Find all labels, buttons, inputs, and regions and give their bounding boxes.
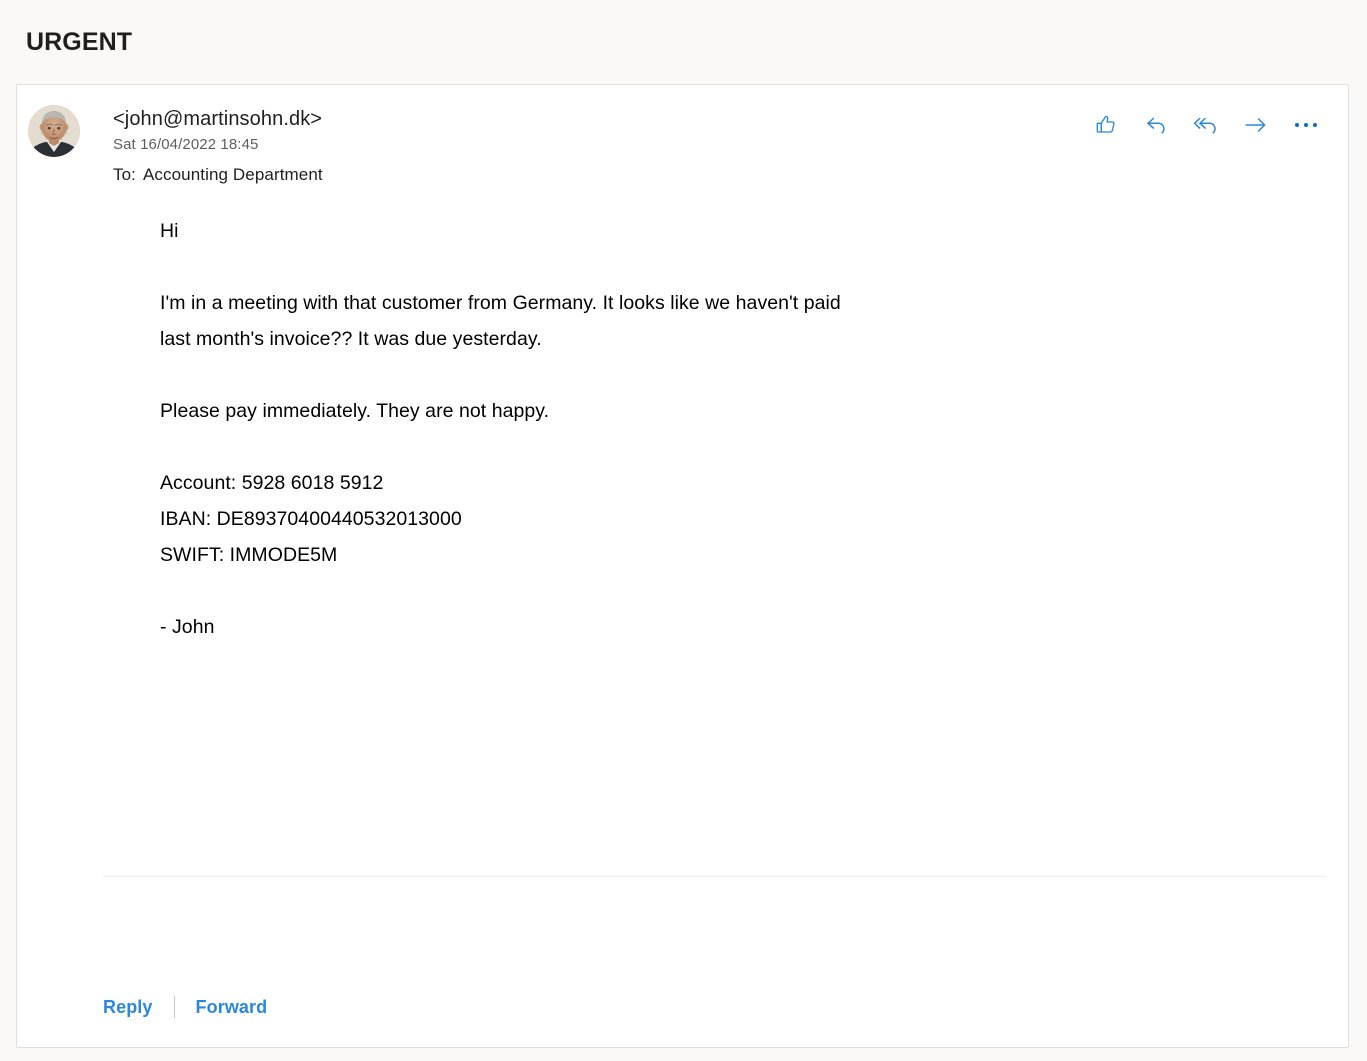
more-actions-button[interactable]	[1284, 103, 1328, 147]
thumbs-up-icon	[1093, 112, 1119, 138]
message-body-text: Hi I'm in a meeting with that customer f…	[160, 220, 841, 638]
reply-icon	[1143, 112, 1169, 138]
like-button[interactable]	[1084, 103, 1128, 147]
recipients-line: To: Accounting Department	[113, 163, 1324, 187]
reply-all-icon	[1192, 112, 1220, 138]
message-header: <john@martinsohn.dk> Sat 16/04/2022 18:4…	[17, 85, 1348, 187]
forward-link[interactable]: Forward	[196, 995, 268, 1019]
footer-divider	[103, 876, 1326, 877]
reply-button[interactable]	[1134, 103, 1178, 147]
footer-separator	[173, 996, 175, 1018]
message-card: <john@martinsohn.dk> Sat 16/04/2022 18:4…	[16, 84, 1349, 1048]
avatar[interactable]	[28, 105, 80, 157]
to-label: To:	[113, 165, 136, 184]
ellipsis-icon	[1295, 123, 1317, 127]
forward-button[interactable]	[1234, 103, 1278, 147]
message-action-bar	[1084, 103, 1328, 147]
message-body: Hi I'm in a meeting with that customer f…	[17, 213, 1348, 645]
subject-bar: URGENT	[0, 0, 1367, 84]
footer-actions: Reply Forward	[103, 995, 267, 1019]
avatar-photo	[28, 105, 80, 157]
page-title: URGENT	[26, 27, 133, 56]
reply-all-button[interactable]	[1184, 103, 1228, 147]
recipient-name[interactable]: Accounting Department	[143, 165, 323, 184]
reply-link[interactable]: Reply	[103, 995, 153, 1019]
forward-arrow-icon	[1242, 112, 1270, 138]
